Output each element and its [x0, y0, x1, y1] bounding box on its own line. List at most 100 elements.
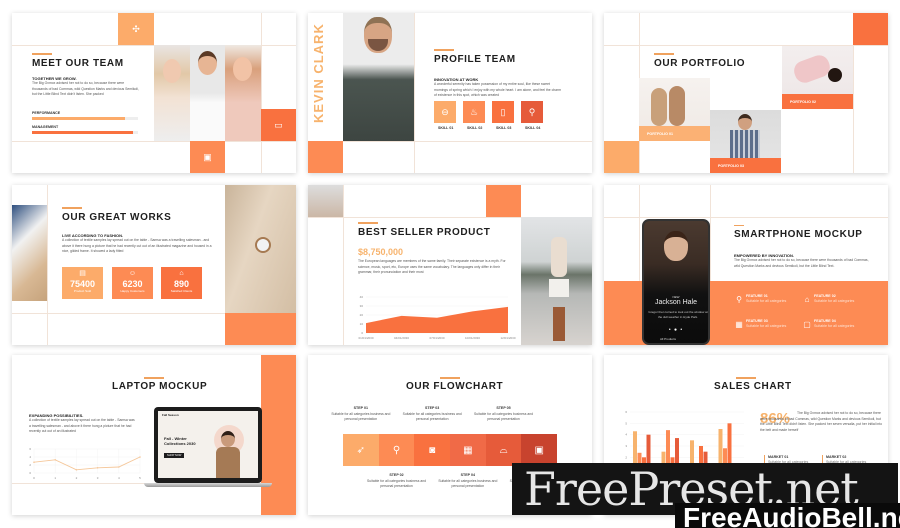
user-icon: ☺ — [128, 269, 137, 277]
search-icon: ⚲ — [736, 294, 742, 304]
shop-now-button[interactable]: SHOP NOW — [164, 453, 185, 458]
watch-photo — [225, 185, 296, 313]
laptop-base — [144, 483, 272, 487]
bar-label: MANAGEMENT — [32, 125, 59, 129]
thumbnail-photo — [308, 185, 343, 217]
title-accent — [358, 222, 378, 224]
step-desc: Suitable for all categories business and… — [367, 479, 426, 488]
portfolio-label: PORTFOLIO 02 — [790, 100, 816, 104]
team-photo-3 — [225, 45, 261, 141]
x-tick-label: 1 — [54, 476, 56, 480]
slide-title: SALES CHART — [714, 381, 792, 392]
carousel-dots[interactable]: • ● • — [644, 327, 708, 333]
step-desc: Suitable for all categories business and… — [402, 412, 462, 421]
bar-chart: 123456 — [625, 410, 744, 480]
title-accent — [32, 53, 52, 55]
portfolio-label: PORTFOLIO 01 — [647, 132, 673, 136]
line-chart: 0 2 4 6 0 1 2 3 4 5 — [29, 447, 141, 480]
data-point — [33, 461, 35, 463]
slide-smartphone-mockup[interactable]: NEW Jackson Hale Gregor then turned to l… — [604, 185, 888, 345]
line-series — [33, 456, 141, 471]
slide-best-seller-product[interactable]: BEST SELLER PRODUCT $8,750,000 The Europ… — [308, 185, 592, 345]
y-tick-label: 20 — [360, 313, 364, 317]
skill-label: SKILL 04 — [525, 126, 541, 130]
y-tick-label: 10 — [360, 322, 364, 326]
step-desc: Suitable for all categories business and… — [438, 479, 498, 488]
y-tick-label: 2 — [29, 463, 31, 467]
market-label: MARKET 01 — [768, 455, 789, 459]
screen-brand: Fall Season — [162, 413, 179, 417]
search-icon: ⚲ — [378, 434, 415, 466]
fashion-photo — [12, 205, 47, 301]
title-accent — [654, 53, 674, 55]
stat-value: 6230 — [122, 279, 143, 289]
slide-paragraph: The Big Oxmox advised her not to do so, … — [734, 258, 869, 268]
team-photo-2 — [190, 45, 225, 141]
slide-paragraph: A wonderful serenity has taken possessio… — [434, 82, 562, 98]
title-accent — [144, 377, 164, 379]
y-tick-label: 2 — [625, 455, 627, 459]
slide-title: OUR PORTFOLIO — [654, 58, 746, 69]
step-label: STEP 01 — [353, 406, 368, 410]
feature-label: FEATURE 03 — [746, 319, 768, 323]
x-tick-label: 04/01/2030 — [394, 336, 409, 340]
grid-line — [343, 185, 344, 345]
portfolio-photo-1: PORTFOLIO 01 — [639, 78, 710, 141]
accent-square — [853, 13, 888, 45]
feature-label: FEATURE 01 — [746, 294, 768, 298]
layout-icon: ▦ — [735, 319, 743, 329]
step-desc: Suitable for all categories business and… — [331, 412, 391, 421]
slide-title: BEST SELLER PRODUCT — [358, 227, 491, 238]
portfolio-photo-2: PORTFOLIO 03 — [710, 110, 781, 173]
y-tick-label: 3 — [625, 444, 627, 448]
phone-caption: Gregor then turned to look out the windo… — [648, 310, 708, 319]
slide-profile-team[interactable]: KEVIN CLARK PROFILE TEAM INNOVATION AT W… — [308, 13, 592, 173]
progress-bar-management — [32, 131, 138, 134]
grid-line — [47, 185, 48, 345]
slide-paragraph: The European languages are members of th… — [358, 259, 506, 275]
feature-desc: Suitable for all categories — [814, 324, 855, 328]
progress-bar-performance — [32, 117, 138, 120]
x-tick-label: 12/01/2030 — [500, 336, 515, 340]
bag-icon: ⌂ — [804, 294, 810, 304]
map-icon: ⌓ — [485, 434, 522, 466]
accent-column — [261, 355, 296, 515]
data-point — [139, 456, 141, 458]
vertical-name: KEVIN CLARK — [311, 23, 326, 123]
profile-photo — [343, 13, 414, 141]
slide-paragraph: A collection of textile samples lay spre… — [29, 418, 135, 434]
title-accent — [434, 49, 454, 51]
chat-icon: ▢ — [803, 319, 811, 329]
x-tick-label: 07/01/2030 — [429, 336, 444, 340]
smartphone-mockup: NEW Jackson Hale Gregor then turned to l… — [642, 219, 710, 345]
grid-line — [12, 141, 296, 142]
slide-our-portfolio[interactable]: OUR PORTFOLIO PORTFOLIO 01 PORTFOLIO 03 … — [604, 13, 888, 173]
calculator-icon: ▦ — [450, 434, 486, 466]
slide-laptop-mockup[interactable]: LAPTOP MOCKUP EXPANDING POSSIBILITIES. A… — [12, 355, 296, 515]
slide-our-great-works[interactable]: OUR GREAT WORKS LIVE ACCORDING TO FASHIO… — [12, 185, 296, 345]
market-label: MARKET 02 — [826, 455, 847, 459]
x-tick-label: 0 — [33, 476, 35, 480]
x-tick-label: 01/01/2030 — [358, 336, 373, 340]
phone-name: Jackson Hale — [654, 299, 698, 306]
title-accent — [440, 377, 460, 379]
slide-paragraph: A collection of textile samples lay spre… — [62, 238, 212, 254]
y-tick-label: 4 — [29, 455, 31, 459]
handshake-icon: ⌂ — [179, 269, 184, 277]
slide-title: OUR FLOWCHART — [406, 381, 504, 392]
y-tick-label: 0 — [29, 471, 31, 475]
feature-desc: Suitable for all categories — [746, 324, 787, 328]
send-icon: ➶ — [343, 434, 379, 466]
minus-circle-icon: ⊖ — [434, 101, 456, 123]
stat-value: 75400 — [69, 279, 96, 289]
puzzle-icon: ✣ — [118, 13, 154, 45]
step-label: STEP 03 — [424, 406, 440, 410]
slide-paragraph: The Big Oxmox advised her not to do so, … — [32, 81, 139, 97]
slide-meet-our-team[interactable]: ✣ MEET OUR TEAM TOGETHER WE GROW. The Bi… — [12, 13, 296, 173]
accent-square — [486, 185, 521, 217]
area-chart: 0 10 20 30 40 01/01/2030 04/01/2030 07/01/2030 1… — [358, 295, 515, 340]
y-tick-label: 6 — [29, 447, 31, 451]
skill-label: SKILL 02 — [467, 126, 483, 130]
slide-paragraph: The Big Oxmox advised her not to do so, … — [760, 411, 882, 432]
search-icon: ⚲ — [521, 101, 543, 123]
